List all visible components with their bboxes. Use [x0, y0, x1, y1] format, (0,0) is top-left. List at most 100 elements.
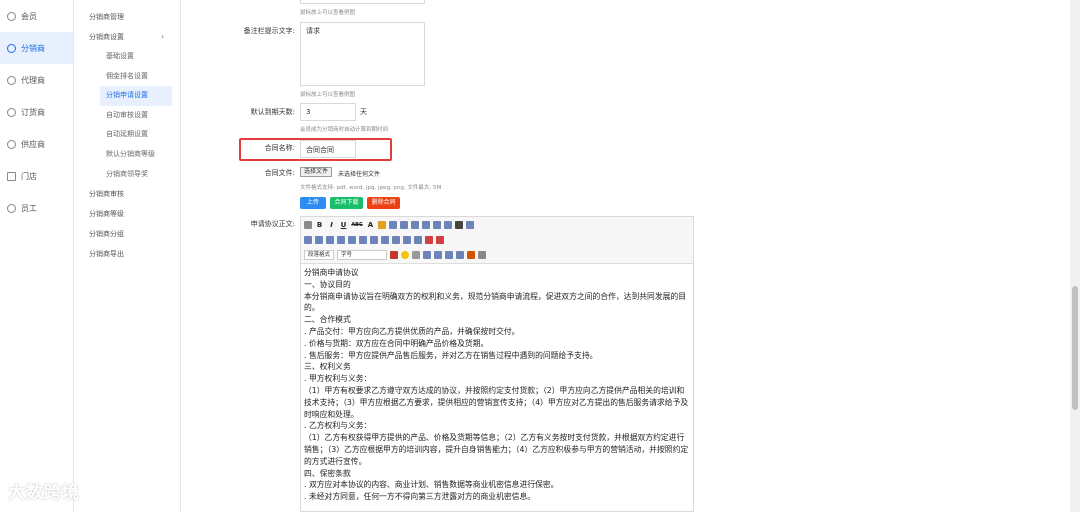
- nav-orderer[interactable]: 订货商: [0, 96, 73, 128]
- unordered-list-icon[interactable]: [433, 221, 441, 229]
- quote-icon[interactable]: [455, 221, 463, 229]
- sidebar-sub-auto-review[interactable]: 自动审核设置: [100, 106, 172, 126]
- watermark-logo: 大数跨境: [8, 483, 80, 503]
- align-right-icon[interactable]: [411, 221, 419, 229]
- nav-label: 分销商: [21, 43, 45, 53]
- split-cells-icon[interactable]: [370, 236, 378, 244]
- doc-line: . 价格与货期：双方应在合同中明确产品价格及货期。: [304, 338, 489, 348]
- nav-label: 员工: [21, 203, 37, 213]
- source-icon[interactable]: [304, 221, 312, 229]
- delete-col-icon[interactable]: [348, 236, 356, 244]
- sidebar-item-distributor-manage[interactable]: 分销商管理: [74, 7, 180, 27]
- doc-line: . 双方应对本协议的内容、商业计划、销售数据等商业机密信息进行保密。: [304, 480, 559, 490]
- contract-name-input[interactable]: 合同合同: [300, 140, 356, 158]
- sidebar-sub-apply-settings[interactable]: 分销申请设置: [100, 86, 172, 106]
- expire-unit: 天: [360, 108, 367, 116]
- editor-document[interactable]: 分销商申请协议 一、协议目的 本分销商申请协议旨在明确双方的权利和义务，规范分销…: [304, 267, 691, 503]
- paragraph-format-select[interactable]: 段落格式: [304, 250, 335, 260]
- nav-staff[interactable]: 员工: [0, 192, 73, 224]
- table-props-icon[interactable]: [381, 236, 389, 244]
- font-size-select[interactable]: 字号: [337, 250, 388, 260]
- doc-line: 本分销商申请协议旨在明确双方的权利和义务，规范分销商申请流程，促进双方之间的合作…: [304, 291, 687, 313]
- remark-textarea[interactable]: 请求: [300, 22, 425, 86]
- doc-line: 四、保密条款: [304, 468, 351, 478]
- sidebar-item-export[interactable]: 分销商导出: [74, 244, 180, 264]
- insert-row-icon[interactable]: [315, 236, 323, 244]
- underline-button[interactable]: U: [339, 221, 348, 229]
- clear-format-icon[interactable]: [467, 251, 476, 259]
- toolbar-row-2: [304, 234, 444, 246]
- doc-line: 一、协议目的: [304, 279, 351, 289]
- delete-contract-button[interactable]: 删除合同: [367, 197, 400, 209]
- align-center-icon[interactable]: [400, 221, 408, 229]
- sidebar-item-distributor-settings[interactable]: 分销商设置 ›: [74, 27, 180, 47]
- table-icon[interactable]: [304, 236, 312, 244]
- nav-member[interactable]: 会员: [0, 0, 73, 32]
- table-split-icon[interactable]: [436, 236, 444, 244]
- align-justify-icon[interactable]: [422, 221, 430, 229]
- toolbar-row-1: B I U ABC A: [304, 219, 474, 231]
- image-icon[interactable]: [390, 251, 399, 259]
- sidebar-sub-default-level[interactable]: 默认分销商等级: [100, 145, 172, 165]
- expire-input[interactable]: 3: [300, 103, 356, 121]
- page-scrollbar[interactable]: [1070, 0, 1080, 512]
- nav-agent[interactable]: 代理商: [0, 64, 73, 96]
- horizontal-rule-icon[interactable]: [434, 251, 443, 259]
- store-icon: [7, 171, 16, 181]
- secondary-sidebar: 分销商管理 分销商设置 › 基础设置 佣金排名设置 分销申请设置 自动审核设置 …: [74, 0, 181, 512]
- sidebar-sub-commission-rank[interactable]: 佣金排名设置: [100, 67, 172, 87]
- sidebar-sub-leader-award[interactable]: 分销商领导奖: [100, 165, 172, 185]
- italic-button[interactable]: I: [327, 221, 336, 229]
- sidebar-sub-auto-extend[interactable]: 自动延期设置: [100, 125, 172, 145]
- nav-label: 代理商: [21, 75, 45, 85]
- line-height-icon[interactable]: [445, 251, 454, 259]
- sidebar-sub-basic[interactable]: 基础设置: [100, 47, 172, 67]
- download-contract-button[interactable]: 合同下载: [330, 197, 363, 209]
- nav-label: 订货商: [21, 107, 45, 117]
- spacing-icon[interactable]: [456, 251, 465, 259]
- user-icon: [7, 11, 16, 21]
- contract-file-label: 合同文件:: [264, 169, 295, 177]
- nav-store[interactable]: 门店: [0, 160, 73, 192]
- editor-toolbar: B I U ABC A 段落格式 字号: [301, 217, 693, 264]
- nav-label: 供应商: [21, 139, 45, 149]
- doc-line: . 乙方权利与义务：: [304, 421, 372, 431]
- highlight-icon[interactable]: [378, 221, 386, 229]
- top-textarea[interactable]: [300, 0, 425, 4]
- nav-distributor[interactable]: 分销商: [0, 32, 73, 64]
- table-delete-icon[interactable]: [425, 236, 433, 244]
- preview-icon[interactable]: [478, 251, 487, 259]
- strikethrough-button[interactable]: ABC: [351, 222, 363, 228]
- delete-row-icon[interactable]: [326, 236, 334, 244]
- agreement-label: 申请协议正文:: [250, 220, 295, 228]
- doc-line: 三、权利义务: [304, 362, 351, 372]
- sidebar-item-level[interactable]: 分销商等级: [74, 204, 180, 224]
- file-format-hint: 文件格式支持: pdf, word, jpg, jpeg, png, 文件最大:…: [300, 185, 442, 191]
- brush-icon[interactable]: [423, 251, 432, 259]
- upload-button[interactable]: 上传: [300, 197, 326, 209]
- paste-text-icon[interactable]: [466, 221, 474, 229]
- emoji-icon[interactable]: [401, 251, 410, 259]
- nav-supplier[interactable]: 供应商: [0, 128, 73, 160]
- nav-label: 门店: [21, 171, 37, 181]
- sidebar-item-review[interactable]: 分销商审核: [74, 184, 180, 204]
- rich-text-editor[interactable]: B I U ABC A 段落格式 字号 分销商申请协议 一、协议目的 本分销商申…: [300, 216, 694, 512]
- font-color-button[interactable]: A: [366, 221, 375, 229]
- merge-cells-icon[interactable]: [359, 236, 367, 244]
- sidebar-item-group[interactable]: 分销商分组: [74, 224, 180, 244]
- bold-button[interactable]: B: [315, 221, 324, 229]
- toolbar-row-3: 段落格式 字号: [304, 249, 487, 261]
- link-icon[interactable]: [412, 251, 421, 259]
- group-label: 分销商设置: [89, 33, 124, 41]
- doc-line: . 产品交付：甲方应向乙方提供优质的产品，并确保按时交付。: [304, 326, 520, 336]
- align-left-icon[interactable]: [389, 221, 397, 229]
- cell-props-icon[interactable]: [392, 236, 400, 244]
- primary-sidebar: 会员 分销商 代理商 订货商 供应商 门店 员工: [0, 0, 74, 512]
- ordered-list-icon[interactable]: [444, 221, 452, 229]
- table-after-icon[interactable]: [414, 236, 422, 244]
- choose-file-button[interactable]: 选择文件: [300, 167, 333, 177]
- table-before-icon[interactable]: [403, 236, 411, 244]
- chevron-icon: ›: [161, 33, 164, 41]
- insert-col-icon[interactable]: [337, 236, 345, 244]
- scrollbar-thumb[interactable]: [1072, 286, 1078, 410]
